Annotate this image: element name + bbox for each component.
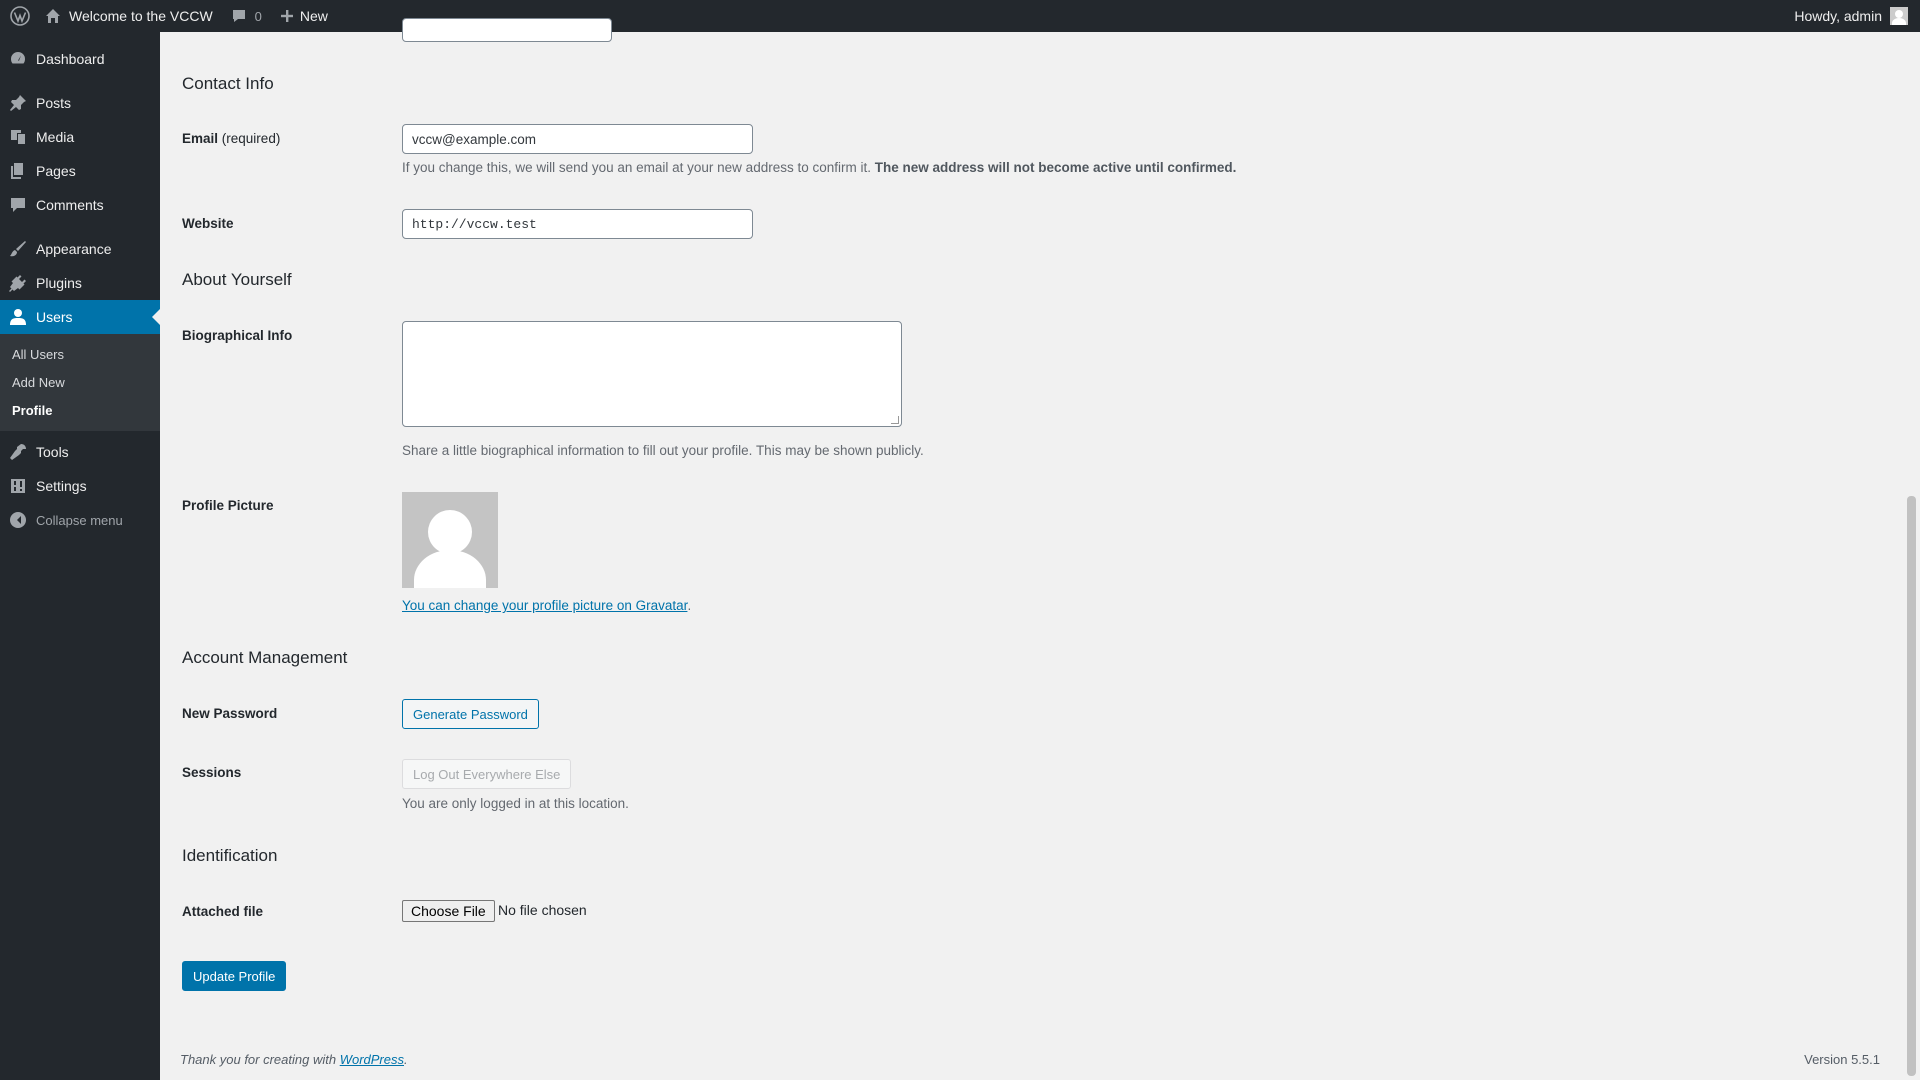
menu-comments[interactable]: Comments [0, 188, 160, 222]
media-icon [8, 127, 28, 147]
file-status: No file chosen [498, 902, 587, 918]
site-name-menu[interactable]: Welcome to the VCCW [36, 0, 222, 32]
website-label: Website [182, 216, 234, 231]
submenu-profile[interactable]: Profile [0, 397, 160, 425]
logout-everywhere-button[interactable]: Log Out Everywhere Else [402, 759, 572, 789]
bio-description: Share a little biographical information … [402, 443, 924, 458]
menu-label: Dashboard [36, 51, 105, 67]
wordpress-logo-icon[interactable] [0, 0, 36, 32]
brush-icon [8, 239, 28, 259]
comment-icon [8, 195, 28, 215]
generate-password-button[interactable]: Generate Password [402, 699, 539, 729]
footer-thanks: Thank you for creating with WordPress. [180, 1052, 408, 1067]
admin-bar: Welcome to the VCCW 0 New Howdy, admin [0, 0, 1920, 32]
menu-settings[interactable]: Settings [0, 469, 160, 503]
comments-menu[interactable]: 0 [222, 0, 271, 32]
menu-label: Posts [36, 95, 72, 111]
attached-file-label: Attached file [182, 904, 264, 919]
gravatar-link[interactable]: You can change your profile picture on G… [402, 598, 687, 613]
menu-label: Users [36, 309, 73, 325]
submenu-all-users[interactable]: All Users [0, 341, 160, 369]
menu-label: Appearance [36, 241, 112, 257]
sessions-label: Sessions [182, 765, 242, 780]
footer-thanks-text: Thank you for creating with [180, 1052, 337, 1067]
contact-info-heading: Contact Info [182, 74, 274, 93]
menu-appearance[interactable]: Appearance [0, 232, 160, 266]
scrollbar-thumb[interactable] [1907, 496, 1916, 1076]
dashboard-icon [8, 49, 28, 69]
comment-bubble-icon [231, 8, 247, 24]
wordpress-link[interactable]: WordPress [340, 1052, 404, 1067]
menu-plugins[interactable]: Plugins [0, 266, 160, 300]
email-label: Email (required) [182, 131, 280, 146]
menu-tools[interactable]: Tools [0, 435, 160, 469]
account-management-heading: Account Management [182, 648, 348, 667]
required-marker: (required) [221, 131, 281, 146]
new-content-menu[interactable]: New [271, 0, 337, 32]
greeting: Howdy, admin [1794, 8, 1882, 24]
menu-posts[interactable]: Posts [0, 86, 160, 120]
new-label: New [299, 8, 328, 24]
about-yourself-heading: About Yourself [182, 270, 292, 289]
display-name-select[interactable] [402, 18, 612, 42]
menu-dashboard[interactable]: Dashboard [0, 42, 160, 76]
page-scrollbar[interactable] [1902, 32, 1920, 1080]
sessions-description: You are only logged in at this location. [402, 796, 629, 811]
plug-icon [8, 273, 28, 293]
email-desc-text: If you change this, we will send you an … [402, 160, 871, 175]
email-description: If you change this, we will send you an … [402, 160, 1236, 175]
email-field[interactable]: vccw@example.com [402, 124, 753, 154]
profile-picture-avatar [402, 492, 498, 588]
avatar-mini-icon [1890, 7, 1908, 25]
menu-media[interactable]: Media [0, 120, 160, 154]
pin-icon [8, 93, 28, 113]
menu-pages[interactable]: Pages [0, 154, 160, 188]
menu-label: Settings [36, 478, 87, 494]
email-label-text: Email [182, 131, 219, 146]
admin-sidebar: Dashboard Posts Media Pages Comments App… [0, 32, 160, 1080]
profile-form: Contact Info Email (required) vccw@examp… [182, 18, 1882, 1080]
my-account-menu[interactable]: Howdy, admin [1785, 0, 1920, 32]
bio-label: Biographical Info [182, 328, 293, 343]
users-submenu: All Users Add New Profile [0, 334, 160, 431]
email-desc-bold: The new address will not become active u… [874, 160, 1237, 175]
collapse-arrow-icon [8, 510, 28, 530]
menu-label: Plugins [36, 275, 82, 291]
home-icon [45, 8, 61, 24]
collapse-menu-button[interactable]: Collapse menu [0, 503, 160, 537]
new-password-label: New Password [182, 706, 278, 721]
site-name: Welcome to the VCCW [69, 8, 213, 24]
gravatar-line: You can change your profile picture on G… [402, 598, 692, 613]
plus-icon [280, 9, 294, 23]
menu-label: Comments [36, 197, 104, 213]
menu-label: Pages [36, 163, 76, 179]
menu-users[interactable]: Users [0, 300, 160, 334]
bio-textarea[interactable] [402, 321, 902, 427]
submenu-add-new[interactable]: Add New [0, 369, 160, 397]
identification-heading: Identification [182, 846, 278, 865]
wrench-icon [8, 442, 28, 462]
menu-label: Media [36, 129, 75, 145]
collapse-label: Collapse menu [36, 512, 123, 528]
menu-label: Tools [36, 444, 69, 460]
resize-grip-icon[interactable] [891, 416, 899, 424]
update-profile-button[interactable]: Update Profile [182, 961, 287, 991]
website-value: http://vccw.test [412, 216, 537, 232]
user-icon [8, 307, 28, 327]
email-value: vccw@example.com [412, 131, 536, 147]
profile-picture-label: Profile Picture [182, 498, 274, 513]
settings-icon [8, 476, 28, 496]
comments-count: 0 [254, 8, 262, 24]
choose-file-button[interactable]: Choose File [402, 900, 495, 922]
pages-icon [8, 161, 28, 181]
version-text: Version 5.5.1 [1804, 1052, 1880, 1067]
website-field[interactable]: http://vccw.test [402, 209, 753, 239]
